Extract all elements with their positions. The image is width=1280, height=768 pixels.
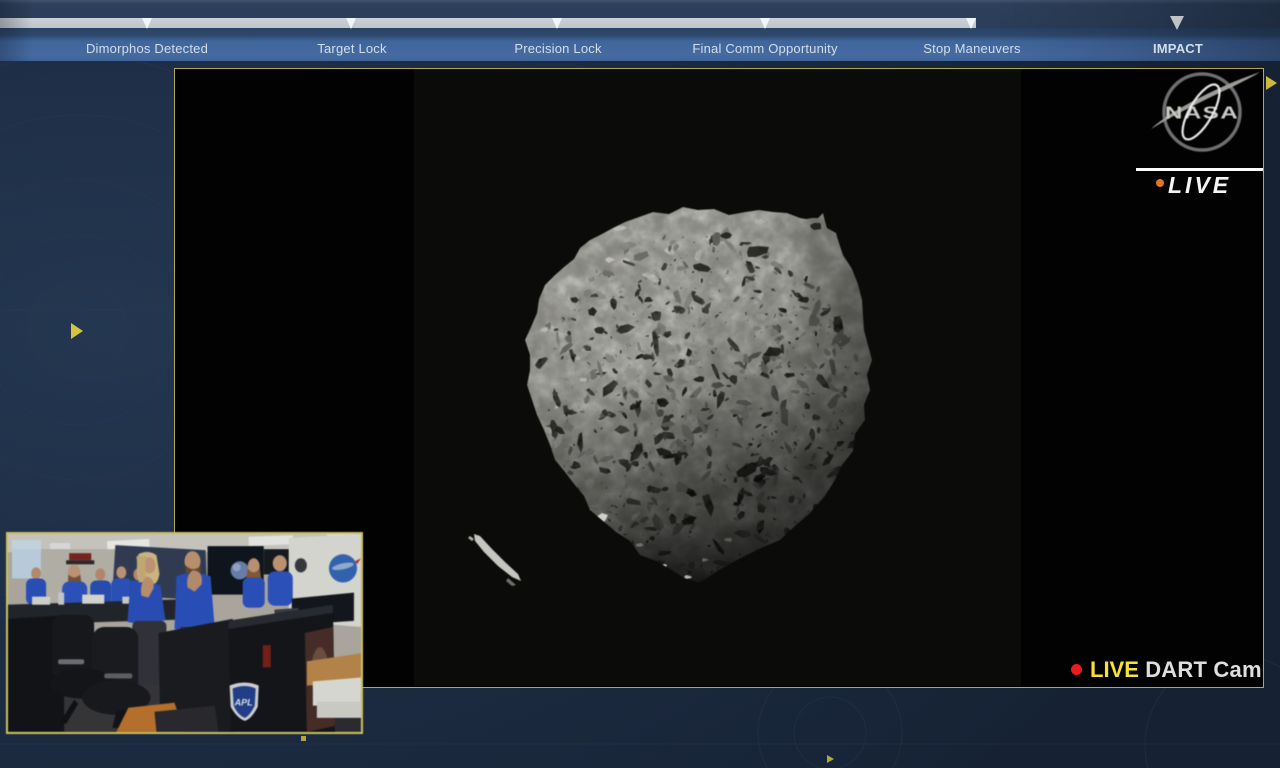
svg-text:NASA: NASA: [1165, 103, 1239, 123]
